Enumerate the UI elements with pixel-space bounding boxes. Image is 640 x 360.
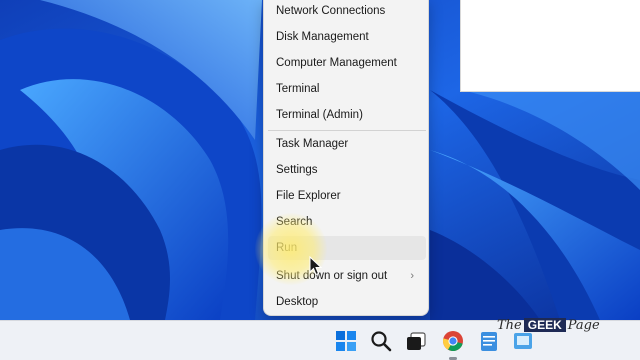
menu-item-file-explorer[interactable]: File Explorer bbox=[268, 184, 426, 208]
menu-item-network-connections[interactable]: Network Connections bbox=[268, 0, 426, 23]
watermark-prefix: The bbox=[497, 318, 522, 333]
menu-item-shut-down[interactable]: Shut down or sign out › bbox=[268, 264, 426, 288]
menu-item-search[interactable]: Search bbox=[268, 210, 426, 234]
watermark-highlight: GEEK bbox=[523, 318, 566, 332]
search-icon[interactable] bbox=[370, 330, 392, 352]
menu-item-run[interactable]: Run bbox=[268, 236, 426, 260]
watermark-logo: The GEEK Page bbox=[497, 318, 600, 336]
menu-item-terminal[interactable]: Terminal bbox=[268, 77, 426, 101]
winx-context-menu: Network Connections Disk Management Comp… bbox=[263, 0, 429, 316]
background-window[interactable] bbox=[460, 0, 640, 92]
menu-item-disk-management[interactable]: Disk Management bbox=[268, 25, 426, 49]
menu-item-computer-management[interactable]: Computer Management bbox=[268, 51, 426, 75]
menu-item-task-manager[interactable]: Task Manager bbox=[268, 132, 426, 156]
chrome-icon[interactable] bbox=[442, 330, 464, 352]
task-view-icon[interactable] bbox=[405, 330, 427, 352]
menu-item-desktop[interactable]: Desktop bbox=[268, 290, 426, 314]
watermark-suffix: Page bbox=[567, 318, 600, 333]
menu-item-shut-down-label: Shut down or sign out bbox=[276, 270, 388, 282]
menu-item-settings[interactable]: Settings bbox=[268, 158, 426, 182]
chevron-right-icon: › bbox=[410, 270, 414, 282]
menu-separator bbox=[268, 130, 426, 131]
windows-start-icon[interactable] bbox=[335, 330, 357, 352]
mouse-pointer-icon bbox=[309, 256, 323, 276]
menu-item-terminal-admin[interactable]: Terminal (Admin) bbox=[268, 103, 426, 127]
